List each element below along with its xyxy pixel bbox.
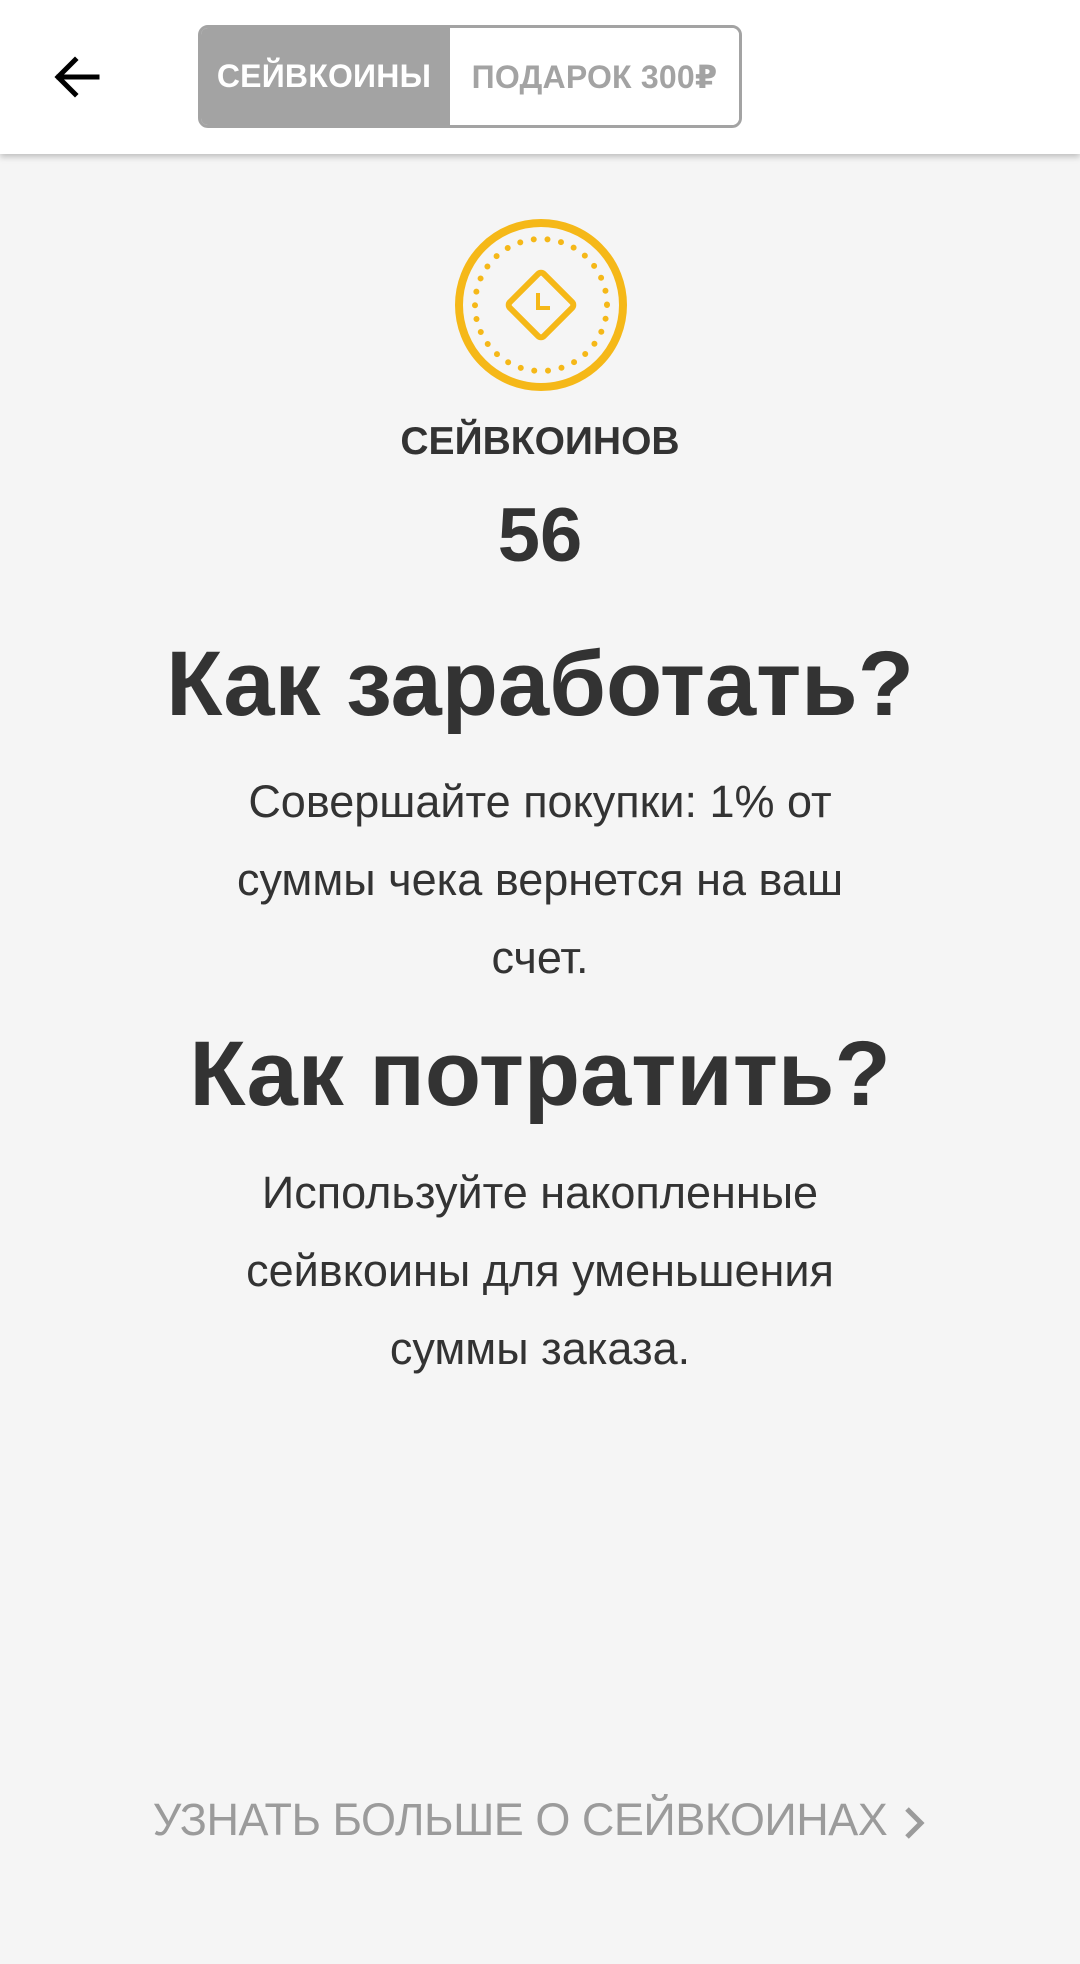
earn-description: Совершайте покупки: 1% от суммы чека вер… [236, 776, 844, 983]
coin-icon [455, 219, 627, 391]
coins-label: СЕЙВКОИНОВ [400, 420, 680, 463]
arrow-left-icon [54, 56, 100, 98]
coins-balance: 56 [497, 493, 583, 578]
tab-gift-label: ПОДАРОК 300₽ [471, 58, 718, 95]
chevron-right-icon [901, 1803, 927, 1843]
app-header: СЕЙВКОИНЫ ПОДАРОК 300₽ [0, 0, 1080, 154]
spend-description: Используйте накопленные сейвкоины для ум… [246, 1167, 834, 1374]
tab-savecoins-label: СЕЙВКОИНЫ [216, 58, 432, 94]
spend-heading: Как потратить? [189, 1023, 891, 1125]
tab-savecoins[interactable]: СЕЙВКОИНЫ [201, 28, 450, 125]
earn-heading: Как заработать? [166, 633, 914, 735]
main-content: СЕЙВКОИНОВ 56 Как заработать? Совершайте… [0, 154, 1080, 1964]
back-button[interactable] [42, 42, 112, 112]
segmented-tabs: СЕЙВКОИНЫ ПОДАРОК 300₽ [198, 25, 742, 128]
learn-more-label: УЗНАТЬ БОЛЬШЕ О СЕЙВКОИНАХ [152, 1794, 888, 1845]
learn-more-link[interactable]: УЗНАТЬ БОЛЬШЕ О СЕЙВКОИНАХ [0, 1794, 1080, 1846]
tab-gift[interactable]: ПОДАРОК 300₽ [450, 28, 739, 125]
